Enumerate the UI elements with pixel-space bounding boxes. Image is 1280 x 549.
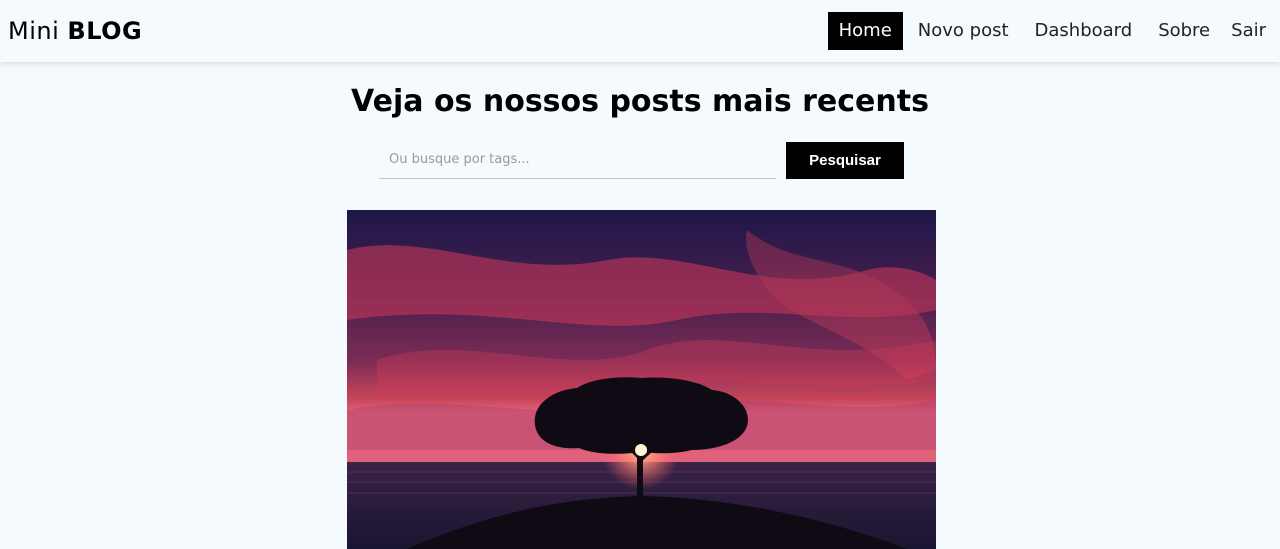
search-button[interactable]: Pesquisar bbox=[786, 141, 904, 179]
nav-links: Home Novo post Dashboard Sobre Sair bbox=[827, 12, 1272, 50]
brand-light-text: Mini bbox=[8, 17, 60, 45]
page-title: Veja os nossos posts mais recents bbox=[351, 84, 929, 119]
search-form: Pesquisar bbox=[379, 141, 904, 179]
nav-link-about[interactable]: Sobre bbox=[1147, 12, 1221, 50]
logout-button[interactable]: Sair bbox=[1225, 12, 1272, 50]
nav-link-dashboard[interactable]: Dashboard bbox=[1024, 12, 1144, 50]
brand-logo[interactable]: Mini BLOG bbox=[8, 17, 142, 45]
nav-link-new-post[interactable]: Novo post bbox=[907, 12, 1020, 50]
search-input[interactable] bbox=[379, 141, 776, 179]
home-main: Veja os nossos posts mais recents Pesqui… bbox=[0, 62, 1280, 549]
nav-link-home[interactable]: Home bbox=[827, 12, 903, 50]
sunset-tree-photo bbox=[347, 210, 936, 549]
navbar: Mini BLOG Home Novo post Dashboard Sobre… bbox=[0, 0, 1280, 62]
post-image[interactable] bbox=[347, 210, 936, 549]
brand-bold-text: BLOG bbox=[67, 17, 143, 45]
